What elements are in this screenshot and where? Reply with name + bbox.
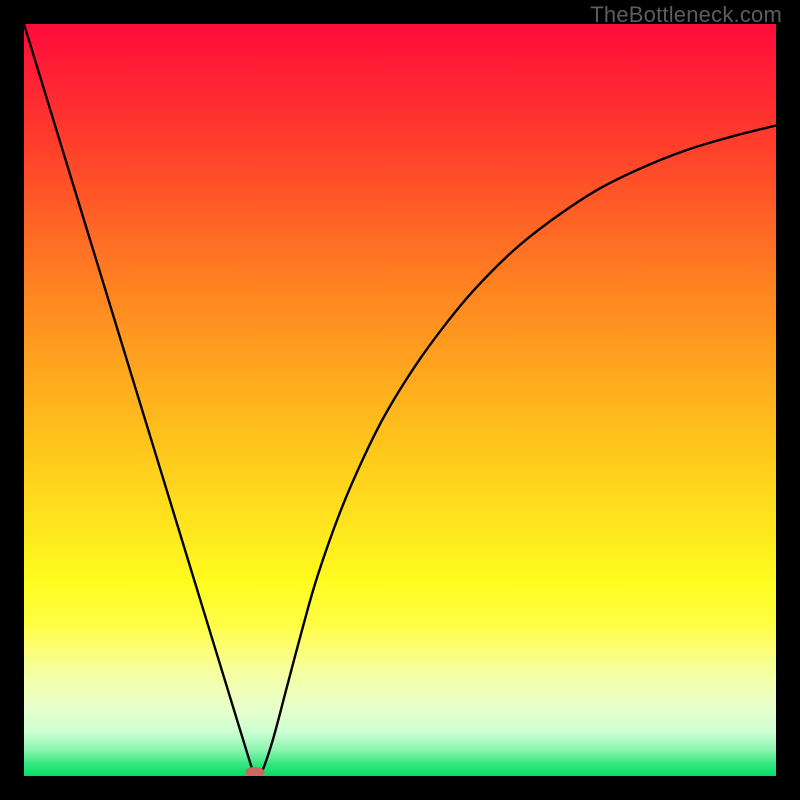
chart-frame: TheBottleneck.com xyxy=(0,0,800,800)
chart-svg xyxy=(24,24,776,776)
plot-area xyxy=(24,24,776,776)
gradient-background xyxy=(24,24,776,776)
